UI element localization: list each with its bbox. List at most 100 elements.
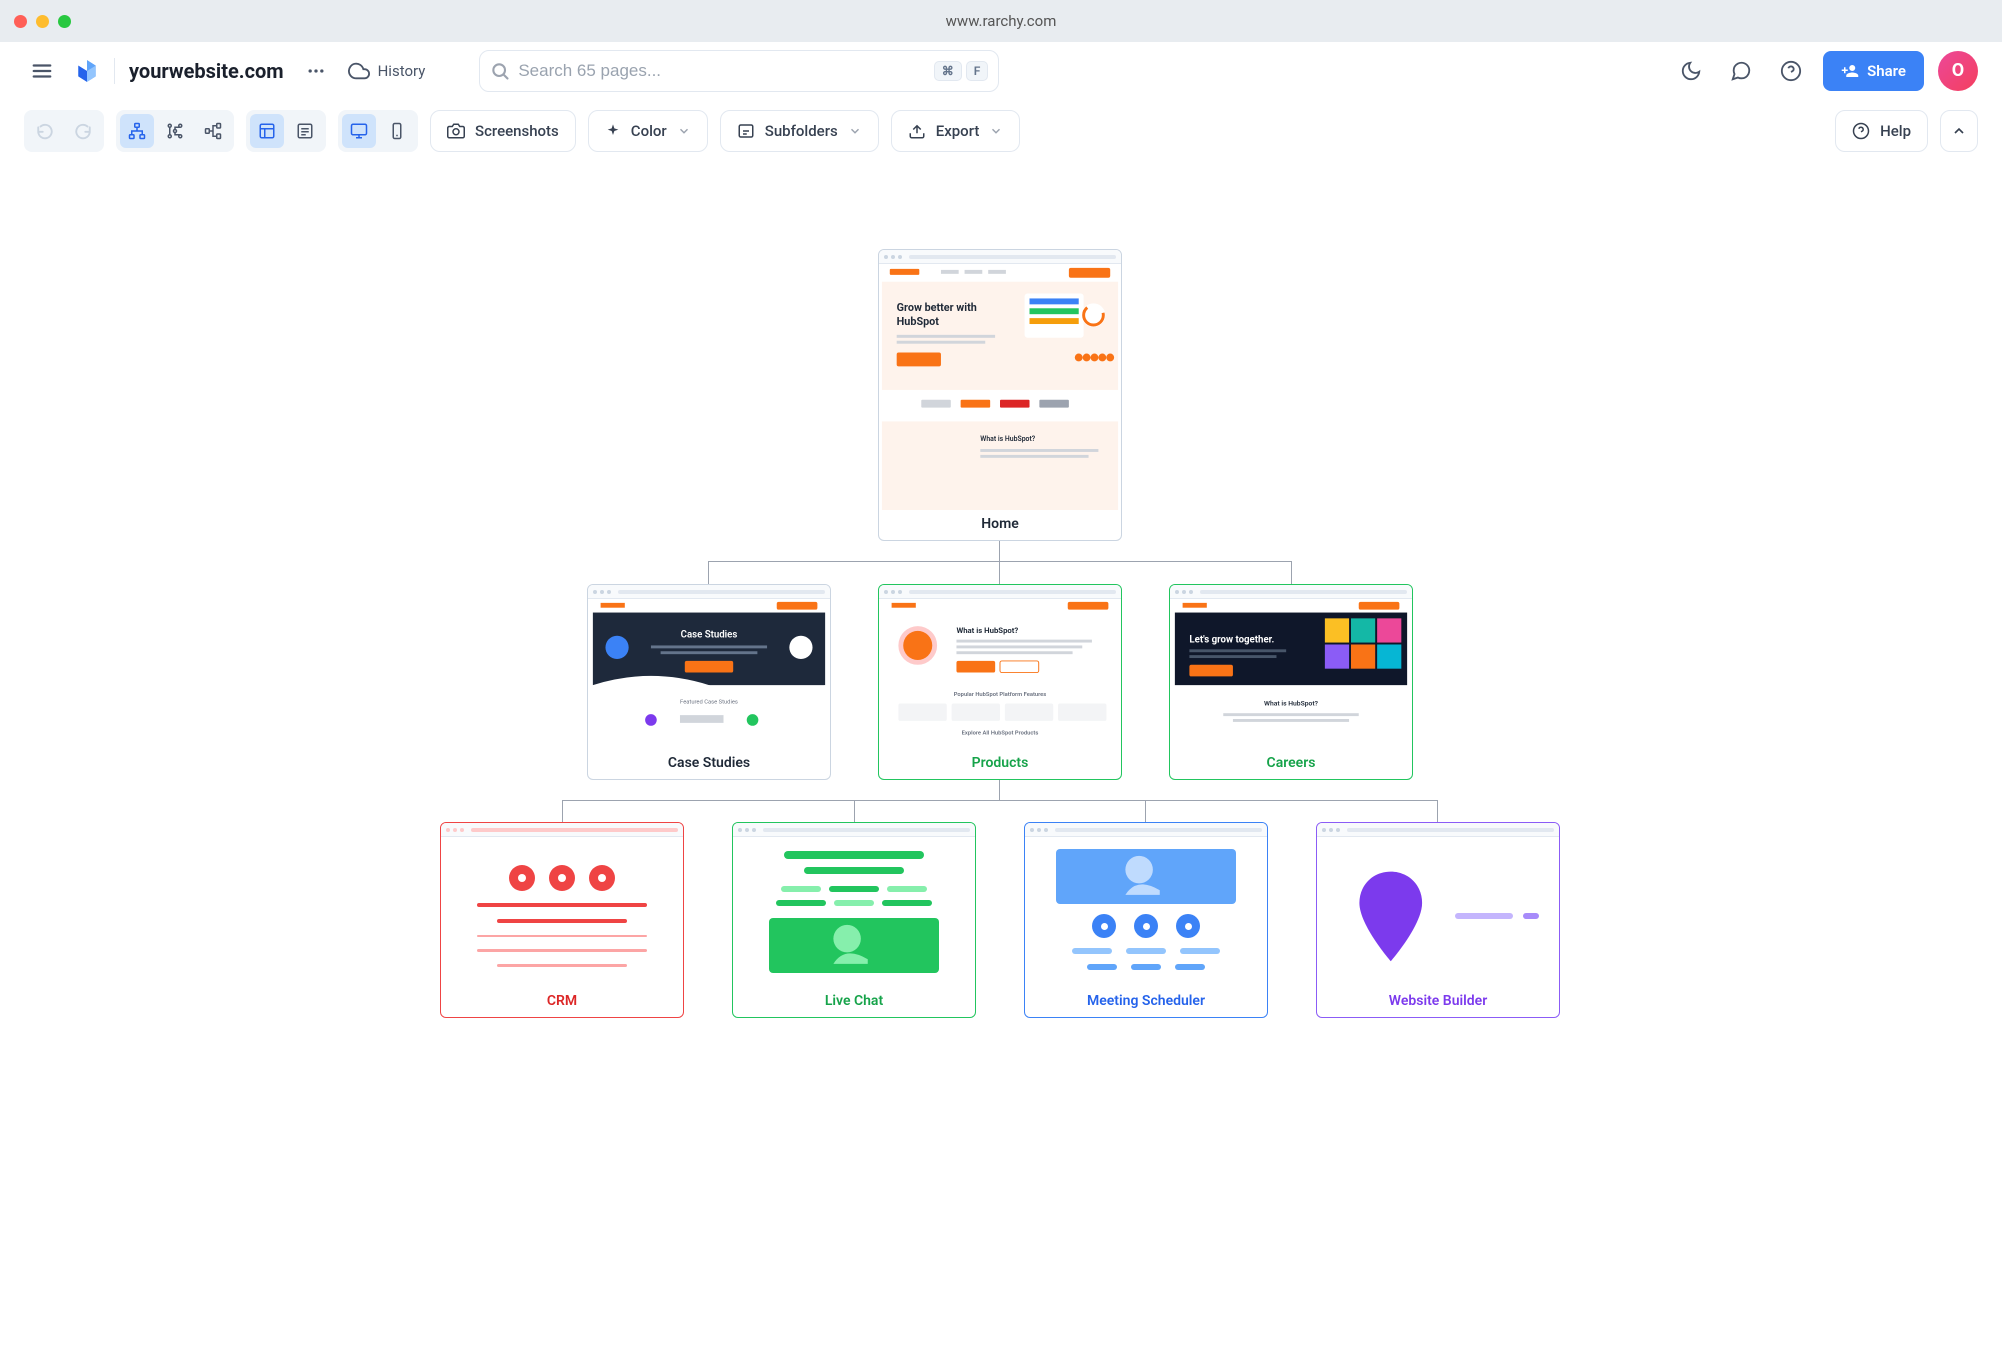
screenshots-button[interactable]: Screenshots xyxy=(430,110,576,152)
more-options-button[interactable] xyxy=(298,53,334,89)
search-input[interactable] xyxy=(518,61,933,81)
node-label: Home xyxy=(879,510,1121,540)
color-label: Color xyxy=(631,122,667,140)
svg-text:Grow better with: Grow better with xyxy=(897,301,977,314)
share-label: Share xyxy=(1867,62,1906,80)
chat-icon xyxy=(1730,60,1752,82)
app-logo[interactable] xyxy=(74,58,100,84)
tree-indent-icon xyxy=(166,122,184,140)
dark-mode-button[interactable] xyxy=(1673,53,1709,89)
collapse-panel-button[interactable] xyxy=(1940,110,1978,152)
node-label: Careers xyxy=(1170,749,1412,779)
divider xyxy=(114,58,115,84)
list-icon xyxy=(296,122,314,140)
connector xyxy=(999,561,1000,584)
tree-vertical-button[interactable] xyxy=(120,114,154,148)
moon-icon xyxy=(1680,60,1702,82)
window-url: www.rarchy.com xyxy=(946,12,1057,30)
window-titlebar: www.rarchy.com xyxy=(0,0,2002,42)
desktop-view-button[interactable] xyxy=(342,114,376,148)
page-thumbnail: Let's grow together. What is HubSpot? xyxy=(1170,599,1412,749)
connector xyxy=(708,561,709,584)
search-icon xyxy=(490,61,510,81)
sitemap-node-home[interactable]: Grow better with HubSpot What is HubSpot… xyxy=(878,249,1122,541)
color-button[interactable]: Color xyxy=(588,110,708,152)
undo-button[interactable] xyxy=(28,114,62,148)
page-thumbnail: Grow better with HubSpot What is HubSpot… xyxy=(879,264,1121,510)
chevron-up-icon xyxy=(1951,123,1967,139)
node-label: CRM xyxy=(441,987,683,1017)
sitemap-node-careers[interactable]: Let's grow together. What is HubSpot? Ca… xyxy=(1169,584,1413,780)
desktop-icon xyxy=(350,122,368,140)
svg-text:Let's grow together.: Let's grow together. xyxy=(1189,635,1274,646)
avatar-initial: O xyxy=(1952,60,1964,81)
kbd-f: F xyxy=(966,61,989,81)
chevron-down-icon xyxy=(989,124,1003,138)
sitemap-node-meeting-scheduler[interactable]: Meeting Scheduler xyxy=(1024,822,1268,1018)
sitemap-icon xyxy=(128,122,146,140)
sparkle-icon xyxy=(605,123,621,139)
sitemap-node-case-studies[interactable]: Case Studies Featured Case Studies Case … xyxy=(587,584,831,780)
thumbnail-view-button[interactable] xyxy=(250,114,284,148)
subfolders-button[interactable]: Subfolders xyxy=(720,110,879,152)
comments-button[interactable] xyxy=(1723,53,1759,89)
svg-text:Popular HubSpot Platform Featu: Popular HubSpot Platform Features xyxy=(954,692,1047,698)
svg-text:What is HubSpot?: What is HubSpot? xyxy=(1264,699,1319,707)
help-header-button[interactable] xyxy=(1773,53,1809,89)
chevron-down-icon xyxy=(848,124,862,138)
minimize-window-button[interactable] xyxy=(36,15,49,28)
search-box[interactable]: ⌘ F xyxy=(479,50,999,92)
node-label: Website Builder xyxy=(1317,987,1559,1017)
connector xyxy=(708,561,1292,562)
help-label: Help xyxy=(1880,122,1911,140)
device-group xyxy=(338,110,418,152)
redo-icon xyxy=(74,122,92,140)
redo-button[interactable] xyxy=(66,114,100,148)
sitemap-node-website-builder[interactable]: Website Builder xyxy=(1316,822,1560,1018)
mobile-view-button[interactable] xyxy=(380,114,414,148)
chevron-down-icon xyxy=(677,124,691,138)
export-icon xyxy=(908,122,926,140)
page-thumbnail: What is HubSpot? Popular HubSpot Platfor… xyxy=(879,599,1121,749)
svg-text:What is HubSpot?: What is HubSpot? xyxy=(956,626,1018,635)
sitemap-canvas[interactable]: Grow better with HubSpot What is HubSpot… xyxy=(0,162,2002,1348)
tree-horizontal-button[interactable] xyxy=(196,114,230,148)
svg-text:Explore All HubSpot Products: Explore All HubSpot Products xyxy=(962,730,1039,736)
maximize-window-button[interactable] xyxy=(58,15,71,28)
sitemap-node-crm[interactable]: CRM xyxy=(440,822,684,1018)
connector xyxy=(999,780,1000,800)
sitemap-node-live-chat[interactable]: Live Chat xyxy=(732,822,976,1018)
connector xyxy=(854,800,855,822)
undo-redo-group xyxy=(24,110,104,152)
list-view-button[interactable] xyxy=(288,114,322,148)
user-avatar[interactable]: O xyxy=(1938,51,1978,91)
share-button[interactable]: Share xyxy=(1823,51,1924,91)
menu-button[interactable] xyxy=(24,53,60,89)
screenshots-label: Screenshots xyxy=(475,122,559,140)
svg-text:What is HubSpot?: What is HubSpot? xyxy=(980,435,1035,443)
svg-text:Case Studies: Case Studies xyxy=(681,630,738,641)
page-thumbnail: Case Studies Featured Case Studies xyxy=(588,599,830,749)
connector xyxy=(999,541,1000,561)
tree-horizontal-icon xyxy=(204,122,222,140)
subfolders-label: Subfolders xyxy=(765,122,838,140)
camera-icon xyxy=(447,122,465,140)
history-label: History xyxy=(378,62,426,80)
export-button[interactable]: Export xyxy=(891,110,1021,152)
sitemap-node-products[interactable]: What is HubSpot? Popular HubSpot Platfor… xyxy=(878,584,1122,780)
cloud-icon xyxy=(348,60,370,82)
hamburger-icon xyxy=(31,60,53,82)
help-button[interactable]: Help xyxy=(1835,110,1928,152)
node-label: Products xyxy=(879,749,1121,779)
node-label: Live Chat xyxy=(733,987,975,1017)
node-label: Meeting Scheduler xyxy=(1025,987,1267,1017)
svg-text:HubSpot: HubSpot xyxy=(897,315,940,328)
undo-icon xyxy=(36,122,54,140)
tree-indent-button[interactable] xyxy=(158,114,192,148)
keyboard-hints: ⌘ F xyxy=(934,61,989,81)
app-header: yourwebsite.com History ⌘ F Share O xyxy=(0,42,2002,100)
connector xyxy=(1437,800,1438,822)
close-window-button[interactable] xyxy=(14,15,27,28)
history-button[interactable]: History xyxy=(348,60,426,82)
help-circle-icon xyxy=(1780,60,1802,82)
